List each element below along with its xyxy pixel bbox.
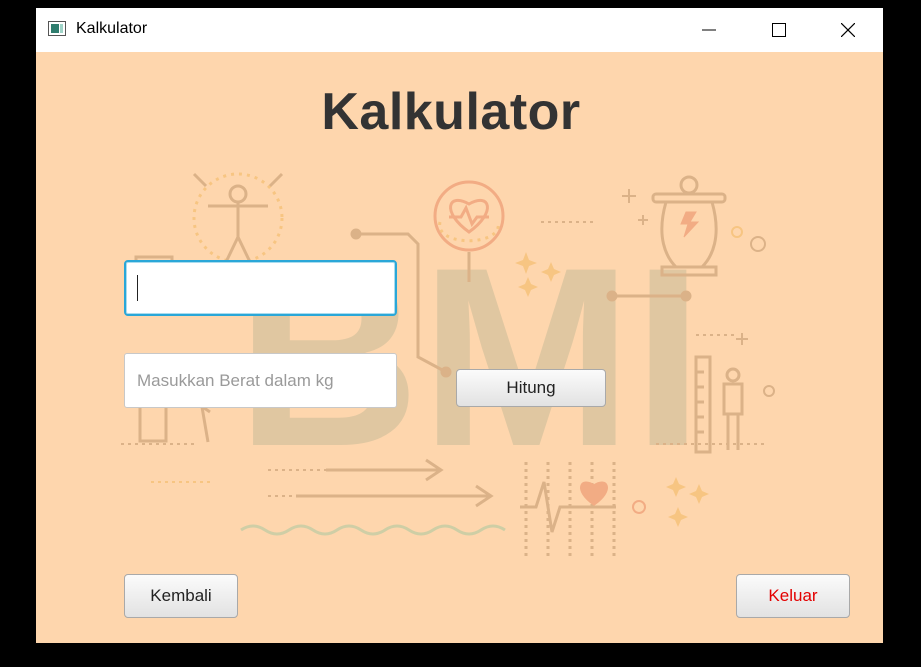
app-window: BMI Kalkulator Kalkulator Masukkan Berat…	[36, 8, 883, 643]
page-title: Kalkulator	[321, 83, 581, 141]
text-caret	[137, 275, 138, 301]
maximize-button[interactable]	[744, 8, 814, 52]
close-button[interactable]	[813, 8, 883, 52]
window-title: Kalkulator	[76, 20, 148, 37]
height-input[interactable]	[124, 260, 397, 316]
minimize-button[interactable]	[674, 8, 744, 52]
app-icon	[48, 21, 66, 36]
back-button[interactable]: Kembali	[124, 574, 238, 618]
exit-button[interactable]: Keluar	[736, 574, 850, 618]
close-icon	[841, 23, 855, 37]
minimize-icon	[702, 29, 716, 31]
maximize-icon	[772, 23, 786, 37]
calculate-button[interactable]: Hitung	[456, 369, 606, 407]
title-bar[interactable]: Kalkulator	[36, 8, 883, 52]
weight-input[interactable]	[124, 353, 397, 408]
